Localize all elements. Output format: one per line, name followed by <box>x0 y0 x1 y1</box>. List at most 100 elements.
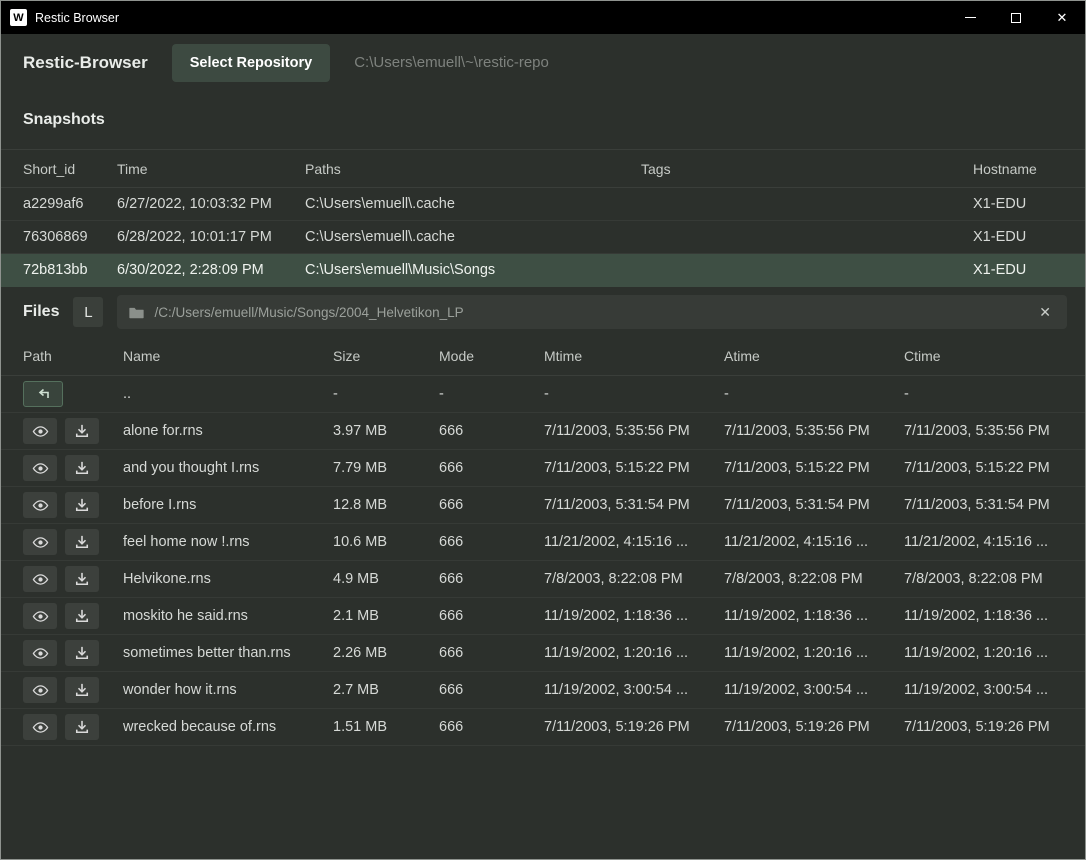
file-size: 12.8 MB <box>333 497 439 513</box>
file-ctime: 11/19/2002, 1:20:16 ... <box>904 645 1063 661</box>
return-arrow-icon <box>35 388 51 400</box>
download-icon <box>75 646 89 660</box>
file-ctime: 7/11/2003, 5:19:26 PM <box>904 719 1063 735</box>
file-atime: 11/19/2002, 1:18:36 ... <box>724 608 904 624</box>
download-icon <box>75 535 89 549</box>
file-name: and you thought I.rns <box>123 460 333 476</box>
file-name: moskito he said.rns <box>123 608 333 624</box>
file-mtime: 11/21/2002, 4:15:16 ... <box>544 534 724 550</box>
file-row[interactable]: feel home now !.rns 10.6 MB 666 11/21/20… <box>1 524 1085 561</box>
column-header-mode: Mode <box>439 348 544 364</box>
preview-button[interactable] <box>23 603 57 629</box>
download-button[interactable] <box>65 529 99 555</box>
column-header-tags: Tags <box>641 161 973 177</box>
preview-button[interactable] <box>23 714 57 740</box>
column-header-mtime: Mtime <box>544 348 724 364</box>
download-button[interactable] <box>65 603 99 629</box>
files-bar: Files L /C:/Users/emuell/Music/Songs/200… <box>1 287 1085 337</box>
file-mode: 666 <box>439 534 544 550</box>
download-icon <box>75 498 89 512</box>
download-button[interactable] <box>65 455 99 481</box>
minimize-button[interactable] <box>947 1 993 34</box>
file-row[interactable]: sometimes better than.rns 2.26 MB 666 11… <box>1 635 1085 672</box>
file-name: wrecked because of.rns <box>123 719 333 735</box>
column-header-ctime: Ctime <box>904 348 1063 364</box>
snapshot-row[interactable]: 76306869 6/28/2022, 10:01:17 PM C:\Users… <box>1 221 1085 254</box>
column-header-atime: Atime <box>724 348 904 364</box>
maximize-icon <box>1011 13 1021 23</box>
repository-path[interactable]: C:\Users\emuell\~\restic-repo <box>354 54 549 71</box>
window-controls: ✕ <box>947 1 1085 34</box>
file-row[interactable]: moskito he said.rns 2.1 MB 666 11/19/200… <box>1 598 1085 635</box>
file-row[interactable]: before I.rns 12.8 MB 666 7/11/2003, 5:31… <box>1 487 1085 524</box>
select-repository-button[interactable]: Select Repository <box>172 44 331 82</box>
file-ctime: 11/19/2002, 1:18:36 ... <box>904 608 1063 624</box>
snapshot-hostname: X1-EDU <box>973 262 1063 278</box>
file-ctime: 7/11/2003, 5:35:56 PM <box>904 423 1063 439</box>
column-header-hostname: Hostname <box>973 161 1063 177</box>
file-atime: 11/21/2002, 4:15:16 ... <box>724 534 904 550</box>
preview-button[interactable] <box>23 566 57 592</box>
file-mtime: - <box>544 386 724 402</box>
file-row[interactable]: wonder how it.rns 2.7 MB 666 11/19/2002,… <box>1 672 1085 709</box>
download-button[interactable] <box>65 492 99 518</box>
eye-icon <box>32 684 49 697</box>
file-name: sometimes better than.rns <box>123 645 333 661</box>
download-icon <box>75 683 89 697</box>
file-ctime: 11/19/2002, 3:00:54 ... <box>904 682 1063 698</box>
snapshot-row-selected[interactable]: 72b813bb 6/30/2022, 2:28:09 PM C:\Users\… <box>1 254 1085 287</box>
eye-icon <box>32 610 49 623</box>
preview-button[interactable] <box>23 677 57 703</box>
download-button[interactable] <box>65 714 99 740</box>
download-button[interactable] <box>65 640 99 666</box>
file-row[interactable]: wrecked because of.rns 1.51 MB 666 7/11/… <box>1 709 1085 746</box>
preview-button[interactable] <box>23 455 57 481</box>
file-size: - <box>333 386 439 402</box>
clear-path-button[interactable]: ✕ <box>1035 302 1055 323</box>
parent-directory-row[interactable]: .. - - - - - <box>1 376 1085 413</box>
file-atime: 7/11/2003, 5:15:22 PM <box>724 460 904 476</box>
clear-icon: ✕ <box>1039 304 1051 320</box>
file-row[interactable]: alone for.rns 3.97 MB 666 7/11/2003, 5:3… <box>1 413 1085 450</box>
file-name: feel home now !.rns <box>123 534 333 550</box>
file-name: before I.rns <box>123 497 333 513</box>
tree-view-toggle-button[interactable]: L <box>73 297 103 327</box>
snapshots-heading-row: Snapshots <box>1 91 1085 149</box>
snapshot-row[interactable]: a2299af6 6/27/2022, 10:03:32 PM C:\Users… <box>1 188 1085 221</box>
file-atime: 7/11/2003, 5:19:26 PM <box>724 719 904 735</box>
preview-button[interactable] <box>23 418 57 444</box>
close-icon: ✕ <box>1057 10 1068 26</box>
file-name: alone for.rns <box>123 423 333 439</box>
file-name: wonder how it.rns <box>123 682 333 698</box>
download-icon <box>75 424 89 438</box>
file-row[interactable]: and you thought I.rns 7.79 MB 666 7/11/2… <box>1 450 1085 487</box>
file-atime: 7/11/2003, 5:35:56 PM <box>724 423 904 439</box>
file-size: 3.97 MB <box>333 423 439 439</box>
file-atime: 7/8/2003, 8:22:08 PM <box>724 571 904 587</box>
download-button[interactable] <box>65 418 99 444</box>
file-mode: 666 <box>439 645 544 661</box>
file-mode: 666 <box>439 719 544 735</box>
close-button[interactable]: ✕ <box>1039 1 1085 34</box>
snapshot-time: 6/27/2022, 10:03:32 PM <box>117 196 305 212</box>
download-button[interactable] <box>65 677 99 703</box>
file-mode: 666 <box>439 682 544 698</box>
preview-button[interactable] <box>23 529 57 555</box>
file-mode: 666 <box>439 460 544 476</box>
eye-icon <box>32 647 49 660</box>
files-path-input[interactable]: /C:/Users/emuell/Music/Songs/2004_Helvet… <box>117 295 1067 329</box>
file-mtime: 11/19/2002, 3:00:54 ... <box>544 682 724 698</box>
column-header-name: Name <box>123 348 333 364</box>
eye-icon <box>32 499 49 512</box>
file-atime: 11/19/2002, 1:20:16 ... <box>724 645 904 661</box>
file-row[interactable]: Helvikone.rns 4.9 MB 666 7/8/2003, 8:22:… <box>1 561 1085 598</box>
maximize-button[interactable] <box>993 1 1039 34</box>
snapshot-time: 6/28/2022, 10:01:17 PM <box>117 229 305 245</box>
preview-button[interactable] <box>23 492 57 518</box>
download-button[interactable] <box>65 566 99 592</box>
column-header-paths: Paths <box>305 161 641 177</box>
go-up-button[interactable] <box>23 381 63 407</box>
eye-icon <box>32 425 49 438</box>
preview-button[interactable] <box>23 640 57 666</box>
titlebar: W Restic Browser ✕ <box>1 1 1085 34</box>
